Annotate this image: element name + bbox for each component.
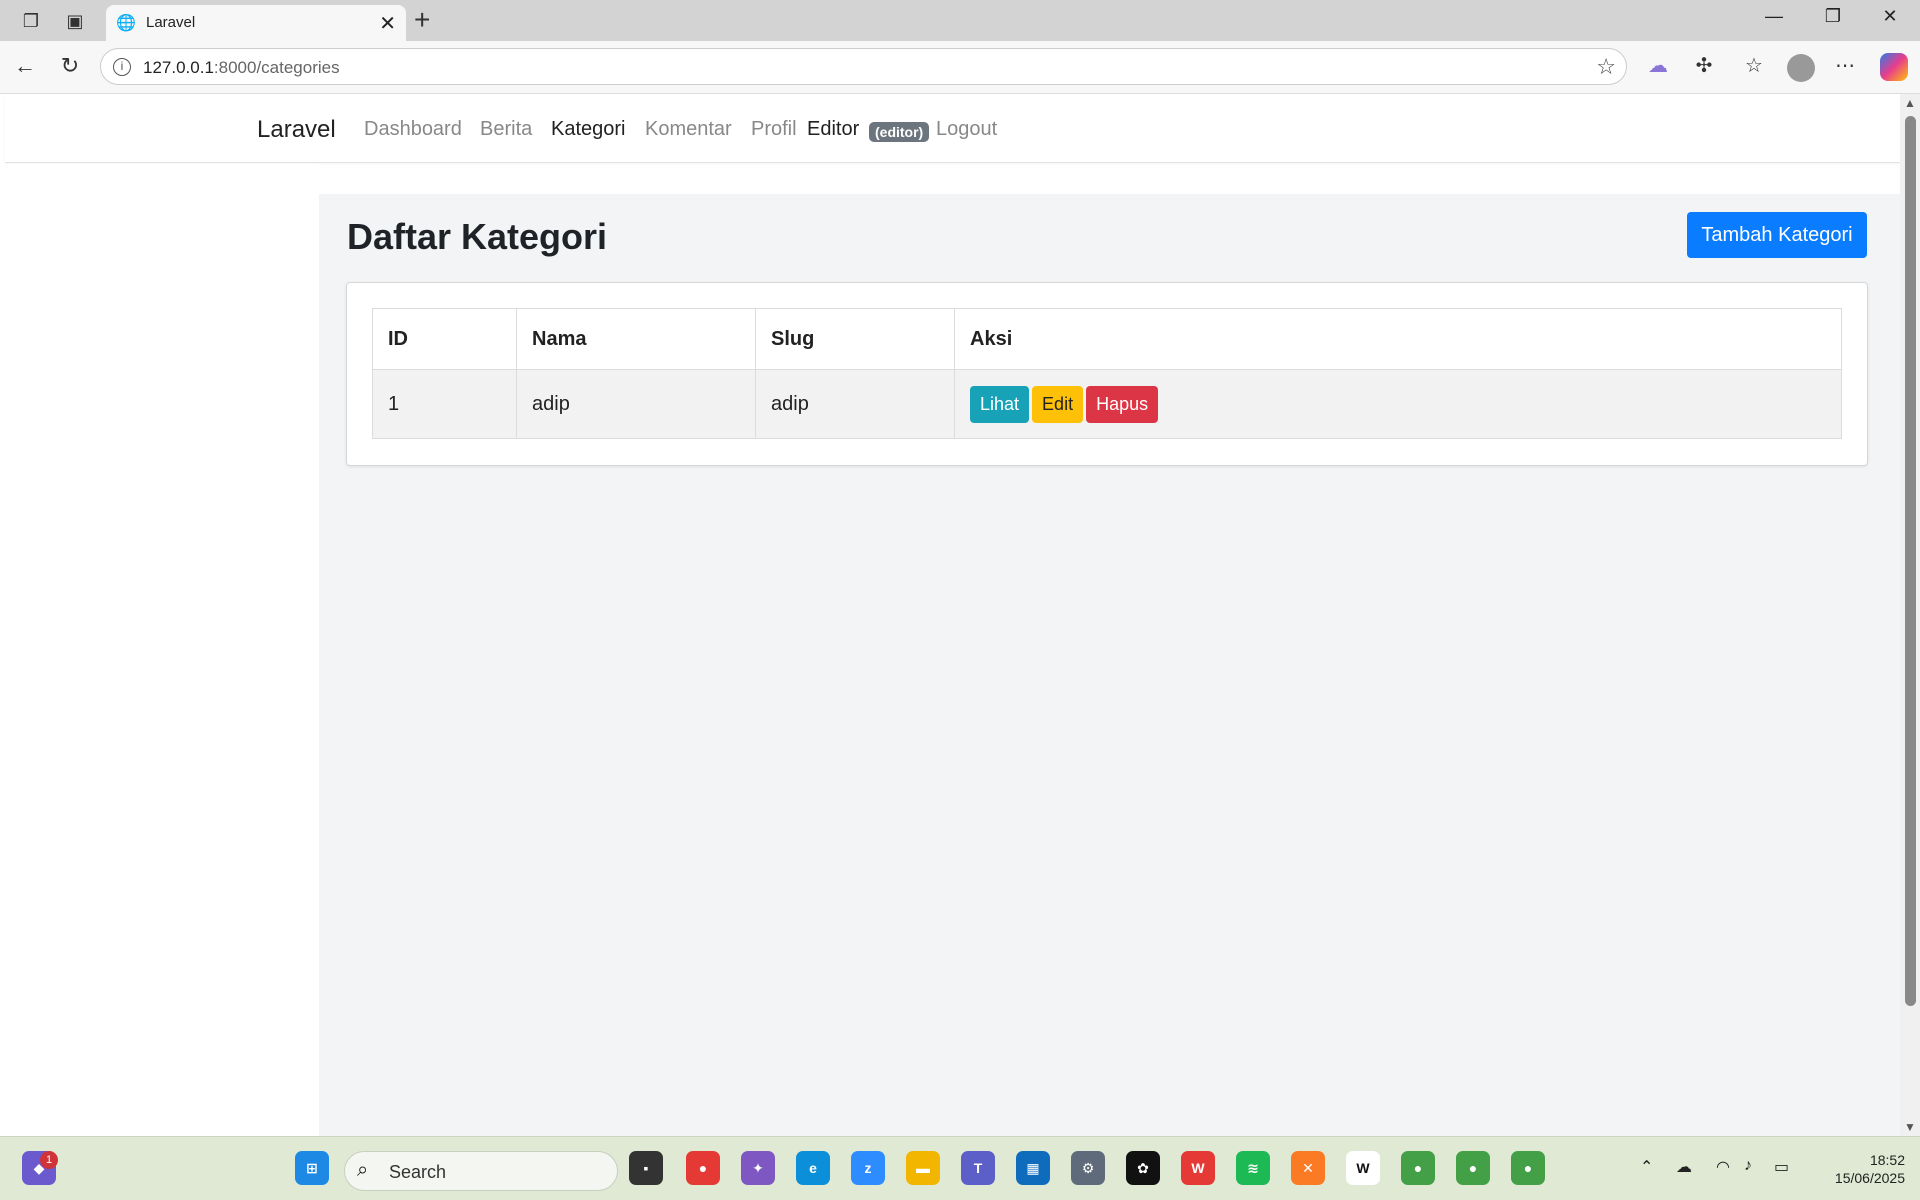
vertical-tabs-icon[interactable]: ▣ xyxy=(62,8,88,34)
onedrive-icon[interactable]: ☁ xyxy=(1676,1157,1692,1177)
new-tab-button[interactable]: + xyxy=(414,4,430,36)
cell-nama: adip xyxy=(516,369,756,439)
search-placeholder: Search xyxy=(389,1162,447,1182)
chrome-profile-e-icon[interactable]: ● xyxy=(1401,1151,1435,1185)
column-header-nama: Nama xyxy=(516,308,756,370)
wattpad-icon[interactable]: W xyxy=(1346,1151,1380,1185)
scrollbar-thumb[interactable] xyxy=(1905,116,1916,1006)
chrome-profile-a-icon[interactable]: ● xyxy=(1456,1151,1490,1185)
restore-icon[interactable]: ❐ xyxy=(1813,6,1853,27)
site-info-icon[interactable]: i xyxy=(113,58,131,76)
teams-icon[interactable]: T xyxy=(961,1151,995,1185)
nav-kategori[interactable]: Kategori xyxy=(551,118,626,141)
nav-profil[interactable]: Profil xyxy=(751,118,797,141)
taskbar-clock[interactable]: 18:52 15/06/2025 xyxy=(1815,1151,1905,1187)
close-window-icon[interactable]: ✕ xyxy=(1870,6,1910,27)
browser-tab-bar: ❐ ▣ 🌐 Laravel ✕ + — ❐ ✕ xyxy=(0,0,1920,41)
search-icon: ⌕ xyxy=(357,1159,369,1181)
clock-date: 15/06/2025 xyxy=(1834,1170,1905,1186)
role-badge: (editor) xyxy=(869,122,930,142)
site-navbar: Laravel Dashboard Berita Kategori Koment… xyxy=(5,94,1900,163)
globe-icon: 🌐 xyxy=(116,15,136,32)
page-viewport: Laravel Dashboard Berita Kategori Koment… xyxy=(0,94,1920,1136)
brand-link[interactable]: Laravel xyxy=(257,116,336,144)
notification-badge: 1 xyxy=(40,1151,58,1169)
profile-avatar[interactable] xyxy=(1787,54,1815,82)
url-input[interactable]: i 127.0.0.1:8000/categories ☆ xyxy=(100,48,1627,85)
close-tab-icon[interactable]: ✕ xyxy=(379,11,396,36)
zoom-icon[interactable]: z xyxy=(851,1151,885,1185)
sidebar-area xyxy=(5,164,319,1136)
wps-icon[interactable]: W xyxy=(1181,1151,1215,1185)
settings-icon[interactable]: ⚙ xyxy=(1071,1151,1105,1185)
extensions-icon[interactable]: ✣ xyxy=(1689,53,1719,78)
edge-icon[interactable]: e xyxy=(796,1151,830,1185)
taskbar-search-input[interactable]: ⌕ Search xyxy=(344,1151,618,1191)
chrome-icon[interactable]: ● xyxy=(686,1151,720,1185)
column-header-slug: Slug xyxy=(755,308,955,370)
logout-link[interactable]: Logout xyxy=(936,118,997,141)
wifi-icon[interactable]: ◠ xyxy=(1716,1157,1730,1177)
scroll-down-icon[interactable]: ▼ xyxy=(1904,1120,1916,1134)
file-explorer-icon[interactable]: ▬ xyxy=(906,1151,940,1185)
nav-dashboard[interactable]: Dashboard xyxy=(364,118,462,141)
add-category-button[interactable]: Tambah Kategori xyxy=(1687,212,1867,258)
page-title: Daftar Kategori xyxy=(347,216,608,257)
copilot-icon[interactable] xyxy=(1880,53,1908,81)
delete-button[interactable]: Hapus xyxy=(1086,385,1159,423)
spotify-icon[interactable]: ≋ xyxy=(1236,1151,1270,1185)
nav-berita[interactable]: Berita xyxy=(480,118,532,141)
workspaces-icon[interactable]: ❐ xyxy=(18,8,44,34)
page-scrollbar[interactable]: ▲ ▼ xyxy=(1900,94,1920,1136)
volume-icon[interactable]: ♪ xyxy=(1744,1157,1752,1175)
main-content: Daftar Kategori Tambah Kategori ID Nama … xyxy=(319,194,1900,1136)
nav-komentar[interactable]: Komentar xyxy=(645,118,732,141)
browser-tab[interactable]: 🌐 Laravel ✕ xyxy=(106,5,406,41)
minimize-icon[interactable]: — xyxy=(1754,6,1794,27)
xampp-icon[interactable]: ✕ xyxy=(1291,1151,1325,1185)
user-name: Editor xyxy=(807,118,860,140)
copilot-extension-icon[interactable]: ☁ xyxy=(1643,53,1673,78)
url-text: 127.0.0.1:8000/categories xyxy=(143,58,340,77)
chrome-profile-e2-icon[interactable]: ● xyxy=(1511,1151,1545,1185)
favorite-star-icon[interactable]: ☆ xyxy=(1596,54,1616,80)
more-menu-icon[interactable]: ⋯ xyxy=(1830,53,1860,78)
start-icon[interactable]: ⊞ xyxy=(295,1151,329,1185)
back-icon[interactable]: ← xyxy=(10,53,40,79)
address-bar-row: ← ↻ i 127.0.0.1:8000/categories ☆ ☁ ✣ ☆ … xyxy=(0,41,1920,94)
tab-title: Laravel xyxy=(146,14,196,31)
column-header-aksi: Aksi xyxy=(954,308,1842,370)
view-button[interactable]: Lihat xyxy=(970,385,1030,423)
table-card: ID Nama Slug Aksi 1 adip adip Lihat Edit H… xyxy=(346,282,1868,466)
tray-chevron-icon[interactable]: ⌃ xyxy=(1640,1157,1653,1177)
categories-table: ID Nama Slug Aksi 1 adip adip Lihat Edit H… xyxy=(372,308,1842,439)
scroll-up-icon[interactable]: ▲ xyxy=(1904,96,1916,110)
table-row: 1 adip adip Lihat Edit Hapus xyxy=(372,369,1842,439)
favorites-icon[interactable]: ☆ xyxy=(1739,53,1769,78)
windows-taskbar: ◆ 1 ⊞ ⌕ Search ▪ ● ✦ e z ▬ T ▦ ⚙ ✿ W ≋ ✕… xyxy=(0,1136,1920,1200)
paw-app-icon[interactable]: ✿ xyxy=(1126,1151,1160,1185)
cell-actions: Lihat Edit Hapus xyxy=(954,369,1842,439)
table-header-row: ID Nama Slug Aksi xyxy=(372,308,1842,370)
battery-icon[interactable]: ▭ xyxy=(1774,1157,1789,1177)
store-icon[interactable]: ▦ xyxy=(1016,1151,1050,1185)
task-view-icon[interactable]: ▪ xyxy=(629,1151,663,1185)
cell-slug: adip xyxy=(755,369,955,439)
column-header-id: ID xyxy=(372,308,517,370)
clock-time: 18:52 xyxy=(1869,1152,1905,1168)
cell-id: 1 xyxy=(372,369,517,439)
edit-button[interactable]: Edit xyxy=(1032,385,1084,423)
copilot-app-icon[interactable]: ✦ xyxy=(741,1151,775,1185)
refresh-icon[interactable]: ↻ xyxy=(55,53,85,79)
